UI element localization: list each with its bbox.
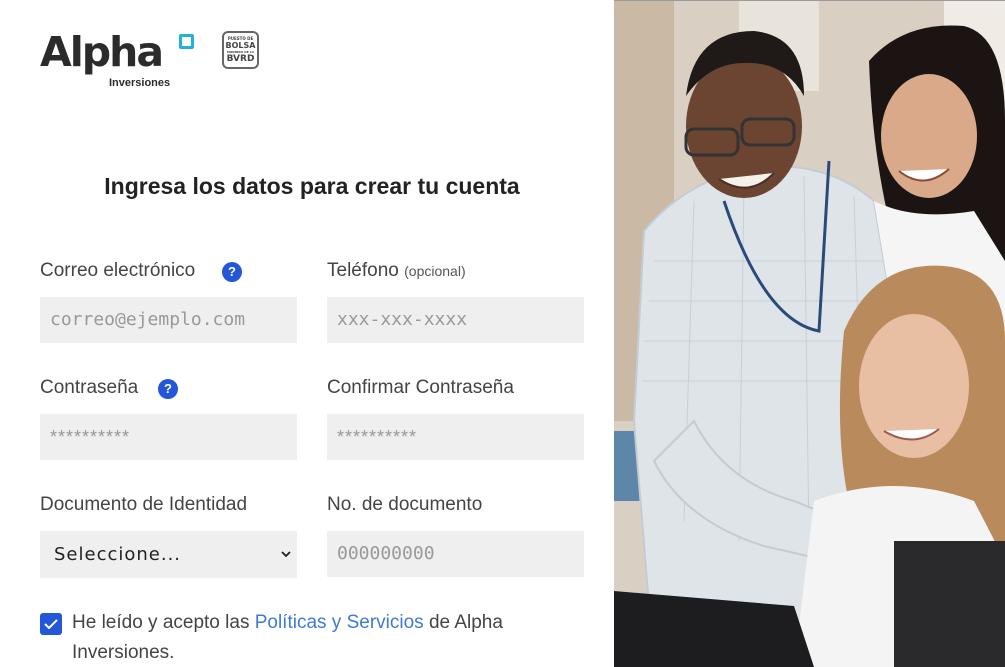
checkmark-icon [44,619,58,630]
question-circle-icon[interactable]: ? [158,379,178,399]
id-number-field[interactable]: 000000000 [327,531,584,577]
hero-photo-illustration [614,1,1005,667]
logo-square-icon [179,34,194,49]
id-type-label: Documento de Identidad [40,494,248,515]
policies-link[interactable]: Políticas y Servicios [255,612,424,633]
phone-label-text: Teléfono [327,260,399,281]
confirm-password-field[interactable]: ********** [327,414,584,460]
logo-wordmark: Alpha [40,28,164,76]
alpha-logo[interactable]: Alpha Inversiones [40,30,200,90]
hero-photo [614,1,1005,667]
confirm-password-label: Confirmar Contraseña [327,377,514,398]
logo-subtitle: Inversiones [109,77,171,89]
signup-panel: Alpha Inversiones PUESTO DE BOLSA MIEMBR… [0,0,614,667]
id-type-selected-value: Seleccione... [54,544,182,565]
email-field[interactable]: correo@ejemplo.com [40,297,297,343]
id-number-label: No. de documento [327,494,483,515]
password-field[interactable]: ********** [40,414,297,460]
phone-label-hint: (opcional) [404,263,466,279]
badge-line-4: BVRD [226,54,255,64]
page-title: Ingresa los datos para crear tu cuenta [104,173,520,199]
email-label: Correo electrónico [40,260,196,281]
terms-checkbox[interactable] [40,613,62,635]
bvrd-badge: PUESTO DE BOLSA MIEMBRO DE LA BVRD [222,31,259,69]
chevron-down-icon [281,531,291,598]
terms-text: He leído y acepto las Políticas y Servic… [72,608,552,667]
phone-field[interactable]: xxx-xxx-xxxx [327,297,584,343]
password-label: Contraseña [40,377,139,398]
terms-prefix: He leído y acepto las [72,612,255,633]
question-circle-icon[interactable]: ? [222,262,242,282]
badge-line-2: BOLSA [225,41,256,50]
phone-label: Teléfono (opcional) [327,259,466,283]
id-type-select[interactable]: Seleccione... [40,531,297,578]
